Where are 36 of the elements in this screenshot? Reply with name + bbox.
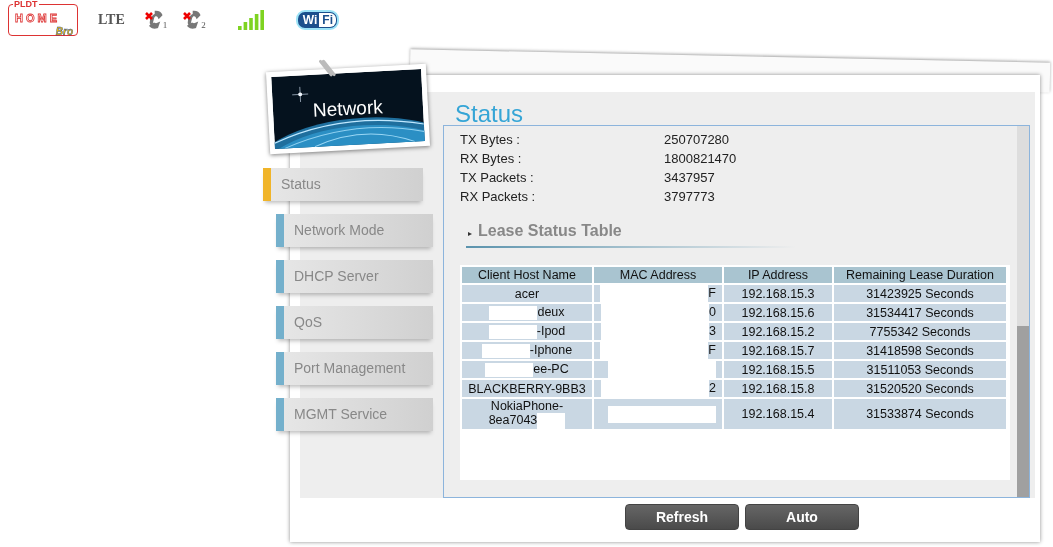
- line-number: 1: [162, 20, 168, 30]
- stat-label: TX Bytes :: [460, 131, 521, 149]
- sidebar-item[interactable]: Status: [263, 168, 423, 201]
- signal-icon: [237, 10, 266, 30]
- refresh-button[interactable]: Refresh: [625, 504, 739, 530]
- stat-value: 1800821470: [664, 150, 737, 168]
- scrollbar[interactable]: [1017, 126, 1029, 497]
- auto-button[interactable]: Auto: [745, 504, 859, 530]
- network-type: LTE: [98, 12, 125, 28]
- line-number: 2: [201, 20, 206, 30]
- sidebar-item[interactable]: DHCP Server: [276, 260, 433, 293]
- bullet-icon: [468, 232, 472, 236]
- stat-value: 3797773: [664, 188, 715, 206]
- column-header: Remaining Lease Duration: [833, 266, 1007, 284]
- logo-name: HOME: [15, 12, 60, 24]
- stat-value: 3437957: [664, 169, 715, 187]
- logo-brand: PLDT: [13, 0, 39, 9]
- column-header: MAC Address: [593, 266, 723, 284]
- stat-label: RX Bytes :: [460, 150, 523, 168]
- wifi-badge: Wi Fi: [295, 10, 339, 30]
- column-header: Client Host Name: [461, 266, 593, 284]
- sidebar-item[interactable]: QoS: [276, 306, 433, 339]
- column-header: IP Address: [723, 266, 833, 284]
- logo-sub: Bro: [55, 26, 73, 37]
- page-title: Status: [454, 99, 525, 125]
- table-cell: NokiaPhone-8ea7043: [461, 398, 593, 430]
- stat-value: 250707280: [664, 131, 730, 149]
- banner-title: Network: [312, 96, 384, 122]
- section-title: Lease Status Table: [478, 222, 622, 240]
- table-cell: 192.168.15.4: [723, 398, 833, 430]
- sidebar-item[interactable]: Network Mode: [276, 214, 433, 247]
- stat-label: RX Packets :: [460, 188, 537, 206]
- table-cell: 31533874 Seconds: [833, 398, 1007, 430]
- sidebar-item[interactable]: Port Management: [276, 352, 433, 385]
- stat-label: TX Packets :: [460, 169, 535, 187]
- sidebar-item[interactable]: MGMT Service: [276, 398, 433, 431]
